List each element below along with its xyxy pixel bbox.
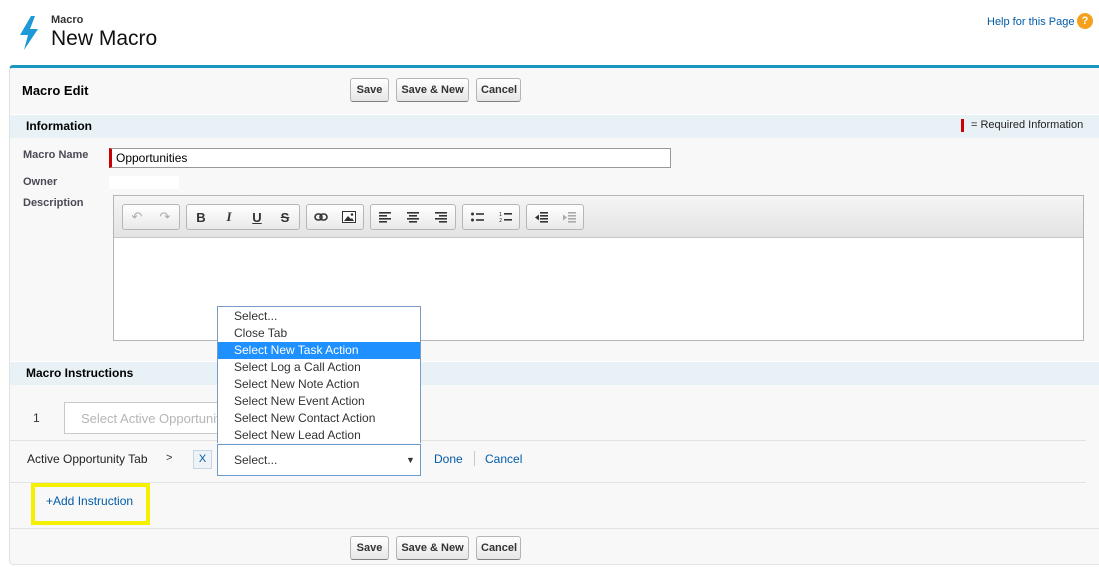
dropdown-option[interactable]: Select New Note Action [218,376,420,393]
bulleted-list-icon[interactable] [463,205,491,229]
align-center-icon[interactable] [399,205,427,229]
lightning-icon [20,16,38,50]
dropdown-option[interactable]: Select New Contact Action [218,410,420,427]
action-select[interactable]: Select... [217,444,421,476]
instruction-step-1[interactable]: Select Active Opportunity Tab [64,402,224,434]
active-row-label: Active Opportunity Tab [27,452,148,466]
action-dropdown-list: Select... Close Tab Select New Task Acti… [217,306,421,443]
align-right-icon[interactable] [427,205,455,229]
required-info-note: = Required Information [971,119,1084,131]
panel-title: Macro Edit [22,83,89,98]
help-link[interactable]: Help for this Page [987,16,1074,28]
dropdown-option-highlighted[interactable]: Select New Task Action [218,342,420,359]
undo-icon[interactable]: ↶ [123,205,151,229]
numbered-list-icon[interactable]: 12 [491,205,519,229]
done-link[interactable]: Done [434,452,463,466]
required-indicator [961,119,964,132]
indent-icon[interactable] [555,205,583,229]
description-label: Description [23,197,84,209]
align-group [370,204,456,230]
page-type-label: Macro [51,14,84,26]
align-left-icon[interactable] [371,205,399,229]
row-divider [10,482,1086,483]
outdent-icon[interactable] [527,205,555,229]
format-group: B I U S [186,204,300,230]
save-new-button-bottom[interactable]: Save & New [396,536,469,560]
page-title: New Macro [51,27,158,50]
footer-divider [10,528,1099,529]
save-button-bottom[interactable]: Save [350,536,389,560]
instructions-section-header [10,361,1099,385]
link-divider [474,451,475,466]
dropdown-option[interactable]: Select New Lead Action [218,427,420,444]
history-group: ↶ ↷ [122,204,180,230]
cancel-button-bottom[interactable]: Cancel [476,536,521,560]
macro-name-input[interactable] [109,148,671,168]
save-new-button-top[interactable]: Save & New [396,78,469,102]
dropdown-option[interactable]: Close Tab [218,325,420,342]
cancel-button-top[interactable]: Cancel [476,78,521,102]
strikethrough-icon[interactable]: S [271,205,299,229]
owner-value [109,176,179,189]
save-button-top[interactable]: Save [350,78,389,102]
link-icon[interactable] [307,205,335,229]
redo-icon[interactable]: ↷ [151,205,179,229]
owner-label: Owner [23,176,58,188]
row-divider [10,440,1086,441]
remove-button[interactable]: X [193,450,212,469]
dropdown-option[interactable]: Select Log a Call Action [218,359,420,376]
cancel-link[interactable]: Cancel [485,452,522,466]
underline-icon[interactable]: U [243,205,271,229]
image-icon[interactable] [335,205,363,229]
information-section-title: Information [26,119,92,133]
list-group: 12 [462,204,520,230]
instructions-section-title: Macro Instructions [26,366,134,380]
add-instruction-link[interactable]: +Add Instruction [46,494,133,508]
italic-icon[interactable]: I [215,205,243,229]
step-number: 1 [33,411,40,425]
svg-text:2: 2 [499,218,502,223]
insert-group [306,204,364,230]
dropdown-arrow-icon[interactable]: ▼ [406,455,415,465]
breadcrumb-separator: > [166,452,173,464]
information-section-header [10,114,1099,138]
dropdown-option[interactable]: Select New Event Action [218,393,420,410]
dropdown-option[interactable]: Select... [218,308,420,325]
help-icon[interactable]: ? [1077,13,1093,29]
bold-icon[interactable]: B [187,205,215,229]
macro-name-label: Macro Name [23,149,89,161]
indent-group [526,204,584,230]
